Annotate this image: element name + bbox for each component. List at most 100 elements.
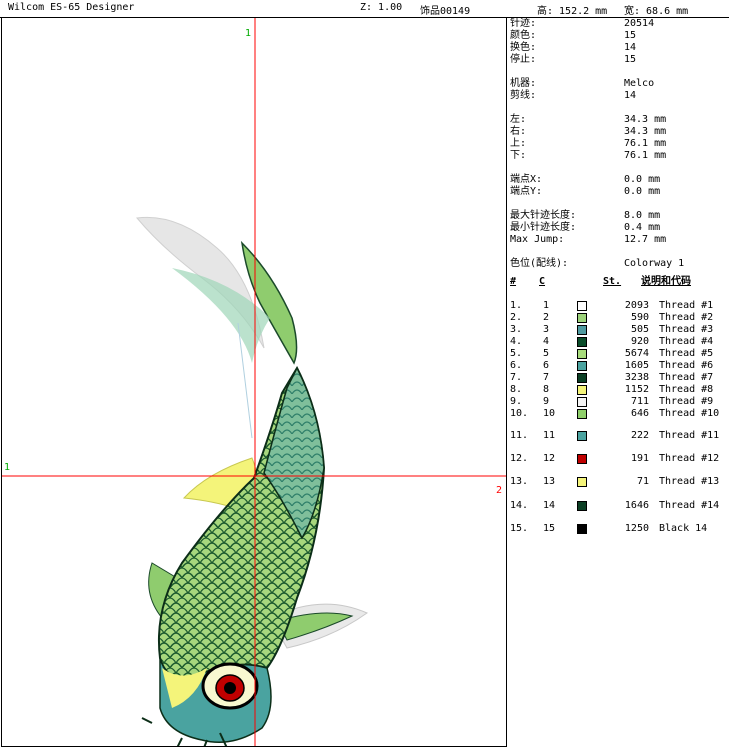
- design-info-panel: 针迹: 20514 颜色: 15 换色: 14 停止: 15 机器: Melco 剪线: 14 左: 34…: [509, 18, 729, 747]
- info-value: 34.3 mm: [624, 114, 667, 125]
- thread-color-number: 8: [543, 384, 550, 395]
- thread-row[interactable]: 12. 12 191 Thread #12: [509, 453, 729, 465]
- thread-name: Thread #4: [659, 336, 714, 347]
- thread-stitch-count: 1646: [624, 500, 649, 511]
- thread-color-number: 12: [543, 453, 556, 464]
- thread-color-number: 5: [543, 348, 550, 359]
- thread-row[interactable]: 5. 5 5674 Thread #5: [509, 348, 729, 360]
- thread-color-swatch: [577, 313, 587, 323]
- info-label: 端点Y:: [510, 186, 543, 197]
- info-value: 8.0 mm: [624, 210, 661, 221]
- thread-row[interactable]: 4. 4 920 Thread #4: [509, 336, 729, 348]
- thread-row[interactable]: 15. 15 1250 Black 14: [509, 523, 729, 535]
- thread-color-swatch: [577, 337, 587, 347]
- header-stitches: St.: [603, 276, 622, 287]
- info-label: 机器:: [510, 78, 537, 89]
- thread-stitch-count: 1152: [624, 384, 649, 395]
- thread-row[interactable]: 9. 9 711 Thread #9: [509, 396, 729, 408]
- design-name: 饰品00149: [420, 6, 471, 17]
- thread-row[interactable]: 3. 3 505 Thread #3: [509, 324, 729, 336]
- info-label: 最大针迹长度:: [510, 210, 577, 221]
- info-row: 机器: Melco: [509, 78, 729, 90]
- info-value: 0.4 mm: [624, 222, 661, 233]
- info-row: 颜色: 15: [509, 30, 729, 42]
- marker-top: 1: [245, 28, 251, 39]
- app-title: Wilcom ES-65 Designer: [8, 2, 135, 13]
- zoom-readout: Z: 1.00: [360, 2, 403, 13]
- info-row: 色位(配线): Colorway 1: [509, 258, 729, 270]
- info-row: 最大针迹长度: 8.0 mm: [509, 210, 729, 222]
- thread-row[interactable]: 6. 6 1605 Thread #6: [509, 360, 729, 372]
- thread-color-number: 3: [543, 324, 550, 335]
- info-row: 左: 34.3 mm: [509, 114, 729, 126]
- thread-name: Thread #9: [659, 396, 714, 407]
- thread-name: Thread #10: [659, 408, 720, 419]
- thread-name: Thread #8: [659, 384, 714, 395]
- thread-color-swatch: [577, 373, 587, 383]
- thread-row[interactable]: 14. 14 1646 Thread #14: [509, 500, 729, 512]
- thread-row[interactable]: 11. 11 222 Thread #11: [509, 430, 729, 442]
- thread-color-swatch: [577, 454, 587, 464]
- info-label: 右:: [510, 126, 527, 137]
- thread-stitch-count: 2093: [624, 300, 649, 311]
- thread-color-number: 1: [543, 300, 550, 311]
- thread-row[interactable]: 2. 2 590 Thread #2: [509, 312, 729, 324]
- thread-name: Thread #12: [659, 453, 720, 464]
- info-label: 最小针迹长度:: [510, 222, 577, 233]
- info-value: 0.0 mm: [624, 174, 661, 185]
- info-value: 34.3 mm: [624, 126, 667, 137]
- info-value: 15: [624, 30, 637, 41]
- thread-stitch-count: 646: [630, 408, 649, 419]
- koi-eye: [224, 682, 236, 694]
- marker-right: 2: [496, 485, 502, 496]
- info-label: 停止:: [510, 54, 537, 65]
- thread-stitch-count: 1605: [624, 360, 649, 371]
- thread-stitch-count: 71: [636, 476, 649, 487]
- thread-name: Thread #5: [659, 348, 714, 359]
- info-value: 76.1 mm: [624, 150, 667, 161]
- info-label: Max Jump:: [510, 234, 565, 245]
- thread-color-swatch: [577, 385, 587, 395]
- thread-color-swatch: [577, 397, 587, 407]
- thread-color-number: 15: [543, 523, 556, 534]
- info-row: 右: 34.3 mm: [509, 126, 729, 138]
- thread-name: Thread #7: [659, 372, 714, 383]
- thread-row[interactable]: 13. 13 71 Thread #13: [509, 476, 729, 488]
- design-canvas[interactable]: 1 1 2: [1, 18, 507, 747]
- thread-name: Black 14: [659, 523, 708, 534]
- info-value: 20514: [624, 18, 655, 29]
- thread-row[interactable]: 10. 10 646 Thread #10: [509, 408, 729, 420]
- thread-row[interactable]: 8. 8 1152 Thread #8: [509, 384, 729, 396]
- thread-name: Thread #14: [659, 500, 720, 511]
- thread-index: 12.: [510, 453, 529, 464]
- info-row: 剪线: 14: [509, 90, 729, 102]
- info-row: 端点X: 0.0 mm: [509, 174, 729, 186]
- thread-row[interactable]: 1. 1 2093 Thread #1: [509, 300, 729, 312]
- thread-color-number: 11: [543, 430, 556, 441]
- thread-stitch-count: 3238: [624, 372, 649, 383]
- thread-color-swatch: [577, 477, 587, 487]
- thread-stitch-count: 505: [630, 324, 649, 335]
- thread-color-swatch: [577, 349, 587, 359]
- thread-index: 8.: [510, 384, 523, 395]
- header-number: #: [510, 276, 517, 287]
- thread-name: Thread #6: [659, 360, 714, 371]
- header-description: 说明和代码: [641, 276, 691, 287]
- thread-color-swatch: [577, 524, 587, 534]
- thread-stitch-count: 590: [630, 312, 649, 323]
- thread-index: 3.: [510, 324, 523, 335]
- thread-stitch-count: 191: [630, 453, 649, 464]
- thread-color-number: 9: [543, 396, 550, 407]
- marker-left: 1: [4, 462, 10, 473]
- info-label: 下:: [510, 150, 527, 161]
- info-label: 色位(配线):: [510, 258, 569, 269]
- info-label: 颜色:: [510, 30, 537, 41]
- thread-index: 7.: [510, 372, 523, 383]
- info-row: 上: 76.1 mm: [509, 138, 729, 150]
- thread-color-swatch: [577, 431, 587, 441]
- thread-color-swatch: [577, 301, 587, 311]
- thread-row[interactable]: 7. 7 3238 Thread #7: [509, 372, 729, 384]
- thread-index: 5.: [510, 348, 523, 359]
- thread-index: 6.: [510, 360, 523, 371]
- thread-stitch-count: 920: [630, 336, 649, 347]
